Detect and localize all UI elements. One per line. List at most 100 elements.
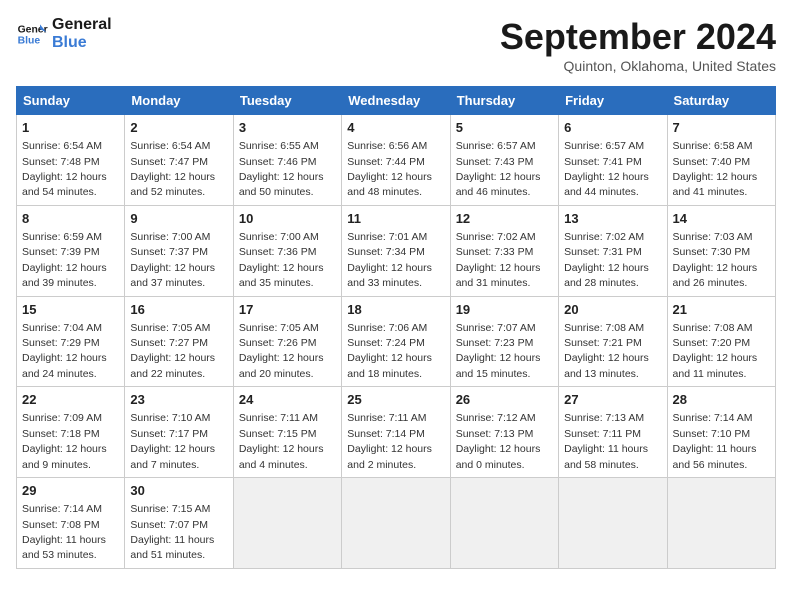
- calendar-day-cell: 30 Sunrise: 7:15 AMSunset: 7:07 PMDaylig…: [125, 478, 233, 569]
- calendar-day-cell: [342, 478, 450, 569]
- day-info: Sunrise: 7:13 AMSunset: 7:11 PMDaylight:…: [564, 412, 648, 470]
- day-info: Sunrise: 7:00 AMSunset: 7:37 PMDaylight:…: [130, 231, 215, 289]
- day-number: 5: [456, 119, 553, 137]
- day-info: Sunrise: 6:57 AMSunset: 7:41 PMDaylight:…: [564, 140, 649, 198]
- page-header: General Blue General Blue September 2024…: [16, 16, 776, 74]
- day-info: Sunrise: 7:14 AMSunset: 7:08 PMDaylight:…: [22, 503, 106, 561]
- calendar-day-cell: [233, 478, 341, 569]
- calendar-week-row: 1 Sunrise: 6:54 AMSunset: 7:48 PMDayligh…: [17, 115, 776, 206]
- day-info: Sunrise: 6:55 AMSunset: 7:46 PMDaylight:…: [239, 140, 324, 198]
- calendar-day-cell: 18 Sunrise: 7:06 AMSunset: 7:24 PMDaylig…: [342, 296, 450, 387]
- calendar-day-cell: 11 Sunrise: 7:01 AMSunset: 7:34 PMDaylig…: [342, 205, 450, 296]
- day-info: Sunrise: 7:05 AMSunset: 7:26 PMDaylight:…: [239, 322, 324, 380]
- day-info: Sunrise: 7:06 AMSunset: 7:24 PMDaylight:…: [347, 322, 432, 380]
- calendar-day-cell: [450, 478, 558, 569]
- day-info: Sunrise: 7:01 AMSunset: 7:34 PMDaylight:…: [347, 231, 432, 289]
- calendar-day-cell: 7 Sunrise: 6:58 AMSunset: 7:40 PMDayligh…: [667, 115, 775, 206]
- day-number: 26: [456, 391, 553, 409]
- day-number: 24: [239, 391, 336, 409]
- day-number: 2: [130, 119, 227, 137]
- calendar-day-cell: 21 Sunrise: 7:08 AMSunset: 7:20 PMDaylig…: [667, 296, 775, 387]
- day-number: 11: [347, 210, 444, 228]
- day-info: Sunrise: 7:11 AMSunset: 7:14 PMDaylight:…: [347, 412, 432, 470]
- calendar-table: SundayMondayTuesdayWednesdayThursdayFrid…: [16, 86, 776, 569]
- weekday-header: Wednesday: [342, 87, 450, 115]
- calendar-day-cell: 17 Sunrise: 7:05 AMSunset: 7:26 PMDaylig…: [233, 296, 341, 387]
- day-number: 4: [347, 119, 444, 137]
- day-number: 8: [22, 210, 119, 228]
- day-info: Sunrise: 7:12 AMSunset: 7:13 PMDaylight:…: [456, 412, 541, 470]
- day-number: 12: [456, 210, 553, 228]
- day-number: 17: [239, 301, 336, 319]
- day-info: Sunrise: 7:07 AMSunset: 7:23 PMDaylight:…: [456, 322, 541, 380]
- weekday-header: Friday: [559, 87, 667, 115]
- calendar-day-cell: 9 Sunrise: 7:00 AMSunset: 7:37 PMDayligh…: [125, 205, 233, 296]
- calendar-day-cell: 2 Sunrise: 6:54 AMSunset: 7:47 PMDayligh…: [125, 115, 233, 206]
- calendar-day-cell: 22 Sunrise: 7:09 AMSunset: 7:18 PMDaylig…: [17, 387, 125, 478]
- day-info: Sunrise: 6:54 AMSunset: 7:47 PMDaylight:…: [130, 140, 215, 198]
- day-number: 22: [22, 391, 119, 409]
- calendar-day-cell: 23 Sunrise: 7:10 AMSunset: 7:17 PMDaylig…: [125, 387, 233, 478]
- day-number: 13: [564, 210, 661, 228]
- day-info: Sunrise: 7:08 AMSunset: 7:20 PMDaylight:…: [673, 322, 758, 380]
- calendar-day-cell: 3 Sunrise: 6:55 AMSunset: 7:46 PMDayligh…: [233, 115, 341, 206]
- calendar-day-cell: 28 Sunrise: 7:14 AMSunset: 7:10 PMDaylig…: [667, 387, 775, 478]
- day-number: 7: [673, 119, 770, 137]
- calendar-day-cell: 12 Sunrise: 7:02 AMSunset: 7:33 PMDaylig…: [450, 205, 558, 296]
- day-number: 15: [22, 301, 119, 319]
- calendar-day-cell: 26 Sunrise: 7:12 AMSunset: 7:13 PMDaylig…: [450, 387, 558, 478]
- day-number: 6: [564, 119, 661, 137]
- day-number: 16: [130, 301, 227, 319]
- day-info: Sunrise: 7:15 AMSunset: 7:07 PMDaylight:…: [130, 503, 214, 561]
- calendar-week-row: 22 Sunrise: 7:09 AMSunset: 7:18 PMDaylig…: [17, 387, 776, 478]
- weekday-header: Saturday: [667, 87, 775, 115]
- calendar-day-cell: 13 Sunrise: 7:02 AMSunset: 7:31 PMDaylig…: [559, 205, 667, 296]
- svg-text:Blue: Blue: [18, 35, 41, 46]
- day-info: Sunrise: 7:09 AMSunset: 7:18 PMDaylight:…: [22, 412, 107, 470]
- day-info: Sunrise: 7:14 AMSunset: 7:10 PMDaylight:…: [673, 412, 757, 470]
- weekday-header: Monday: [125, 87, 233, 115]
- day-number: 10: [239, 210, 336, 228]
- day-number: 23: [130, 391, 227, 409]
- calendar-day-cell: 24 Sunrise: 7:11 AMSunset: 7:15 PMDaylig…: [233, 387, 341, 478]
- calendar-day-cell: 20 Sunrise: 7:08 AMSunset: 7:21 PMDaylig…: [559, 296, 667, 387]
- calendar-header-row: SundayMondayTuesdayWednesdayThursdayFrid…: [17, 87, 776, 115]
- calendar-day-cell: 25 Sunrise: 7:11 AMSunset: 7:14 PMDaylig…: [342, 387, 450, 478]
- day-number: 19: [456, 301, 553, 319]
- day-number: 14: [673, 210, 770, 228]
- calendar-day-cell: 19 Sunrise: 7:07 AMSunset: 7:23 PMDaylig…: [450, 296, 558, 387]
- day-number: 9: [130, 210, 227, 228]
- day-number: 3: [239, 119, 336, 137]
- day-info: Sunrise: 7:10 AMSunset: 7:17 PMDaylight:…: [130, 412, 215, 470]
- day-info: Sunrise: 7:08 AMSunset: 7:21 PMDaylight:…: [564, 322, 649, 380]
- day-info: Sunrise: 6:57 AMSunset: 7:43 PMDaylight:…: [456, 140, 541, 198]
- day-info: Sunrise: 7:11 AMSunset: 7:15 PMDaylight:…: [239, 412, 324, 470]
- day-number: 30: [130, 482, 227, 500]
- title-block: September 2024 Quinton, Oklahoma, United…: [500, 16, 776, 74]
- day-info: Sunrise: 6:58 AMSunset: 7:40 PMDaylight:…: [673, 140, 758, 198]
- logo-blue: Blue: [52, 34, 112, 52]
- calendar-day-cell: 4 Sunrise: 6:56 AMSunset: 7:44 PMDayligh…: [342, 115, 450, 206]
- weekday-header: Tuesday: [233, 87, 341, 115]
- day-info: Sunrise: 7:05 AMSunset: 7:27 PMDaylight:…: [130, 322, 215, 380]
- calendar-day-cell: 29 Sunrise: 7:14 AMSunset: 7:08 PMDaylig…: [17, 478, 125, 569]
- calendar-week-row: 29 Sunrise: 7:14 AMSunset: 7:08 PMDaylig…: [17, 478, 776, 569]
- day-info: Sunrise: 7:02 AMSunset: 7:33 PMDaylight:…: [456, 231, 541, 289]
- day-info: Sunrise: 6:54 AMSunset: 7:48 PMDaylight:…: [22, 140, 107, 198]
- day-info: Sunrise: 6:56 AMSunset: 7:44 PMDaylight:…: [347, 140, 432, 198]
- calendar-week-row: 15 Sunrise: 7:04 AMSunset: 7:29 PMDaylig…: [17, 296, 776, 387]
- day-info: Sunrise: 7:00 AMSunset: 7:36 PMDaylight:…: [239, 231, 324, 289]
- weekday-header: Thursday: [450, 87, 558, 115]
- calendar-day-cell: 8 Sunrise: 6:59 AMSunset: 7:39 PMDayligh…: [17, 205, 125, 296]
- calendar-day-cell: 5 Sunrise: 6:57 AMSunset: 7:43 PMDayligh…: [450, 115, 558, 206]
- logo-general: General: [52, 16, 112, 34]
- day-number: 20: [564, 301, 661, 319]
- calendar-day-cell: 6 Sunrise: 6:57 AMSunset: 7:41 PMDayligh…: [559, 115, 667, 206]
- month-title: September 2024: [500, 16, 776, 58]
- day-number: 18: [347, 301, 444, 319]
- day-info: Sunrise: 7:03 AMSunset: 7:30 PMDaylight:…: [673, 231, 758, 289]
- day-info: Sunrise: 6:59 AMSunset: 7:39 PMDaylight:…: [22, 231, 107, 289]
- calendar-day-cell: [667, 478, 775, 569]
- day-number: 1: [22, 119, 119, 137]
- logo-icon: General Blue: [16, 18, 48, 50]
